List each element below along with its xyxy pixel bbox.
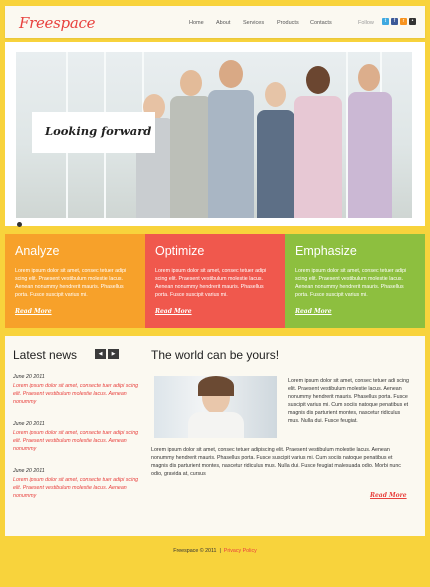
- news-next-button[interactable]: ▶: [108, 349, 119, 359]
- slogan-box: Looking forward: [32, 112, 155, 153]
- copyright-text: Freespace © 2011: [173, 548, 217, 554]
- slider-dot-1[interactable]: [17, 222, 22, 227]
- nav-contacts[interactable]: Contacts: [310, 20, 332, 26]
- rss-icon[interactable]: r: [400, 18, 407, 25]
- site-footer: Freespace © 2011 | Privacy Policy: [173, 548, 257, 554]
- feature-title: Emphasize: [295, 244, 357, 258]
- news-date: June 20 2011: [13, 374, 45, 380]
- site-logo[interactable]: Freespace: [19, 14, 95, 32]
- world-full-text: Lorem ipsum dolor sit amet, consec tetue…: [151, 447, 401, 477]
- social-label: Follow: [358, 20, 374, 26]
- nav-products[interactable]: Products: [277, 20, 299, 26]
- news-item: June 20 2011 Lorem ipsum dolor sit amet,…: [13, 468, 139, 500]
- feature-emphasize: Emphasize Lorem ipsum dolor sit amet, co…: [285, 234, 425, 328]
- slogan-text: Looking forward: [45, 124, 152, 138]
- feature-title: Analyze: [15, 244, 60, 258]
- read-more-link[interactable]: Read More: [155, 308, 192, 315]
- nav-home[interactable]: Home: [189, 20, 204, 26]
- world-side-text: Lorem ipsum dolor sit amet, consec tetue…: [288, 378, 410, 424]
- read-more-link[interactable]: Read More: [15, 308, 52, 315]
- world-read-more-link[interactable]: Read More: [370, 492, 407, 499]
- twitter-icon[interactable]: t: [382, 18, 389, 25]
- woman-photo: [154, 376, 277, 438]
- feature-text: Lorem ipsum dolor sit amet, consec tetue…: [15, 268, 127, 298]
- facebook-icon[interactable]: f: [391, 18, 398, 25]
- hero-slider: Looking forward: [5, 42, 425, 227]
- latest-news-title: Latest news: [13, 348, 78, 362]
- feature-title: Optimize: [155, 244, 205, 258]
- feature-analyze: Analyze Lorem ipsum dolor sit amet, cons…: [5, 234, 145, 328]
- news-item: June 20 2011 Lorem ipsum dolor sit amet,…: [13, 421, 139, 453]
- privacy-policy-link[interactable]: Privacy Policy: [224, 548, 257, 554]
- world-title: The world can be yours!: [151, 348, 280, 362]
- news-prev-button[interactable]: ◀: [95, 349, 106, 359]
- flickr-icon[interactable]: •: [409, 18, 416, 25]
- site-header: Freespace Home About Services Products C…: [5, 6, 425, 38]
- nav-about[interactable]: About: [216, 20, 230, 26]
- nav-services[interactable]: Services: [243, 20, 264, 26]
- news-link[interactable]: Lorem ipsum dolor sit amet, consecte tue…: [13, 476, 139, 500]
- news-date: June 20 2011: [13, 468, 45, 474]
- news-item: June 20 2011 Lorem ipsum dolor sit amet,…: [13, 374, 139, 406]
- feature-text: Lorem ipsum dolor sit amet, consec tetue…: [155, 268, 267, 298]
- feature-text: Lorem ipsum dolor sit amet, consec tetue…: [295, 268, 407, 298]
- news-link[interactable]: Lorem ipsum dolor sit amet, consecte tue…: [13, 429, 139, 453]
- read-more-link[interactable]: Read More: [295, 308, 332, 315]
- content-area: Latest news ◀ ▶ June 20 2011 Lorem ipsum…: [5, 336, 425, 536]
- news-date: June 20 2011: [13, 421, 45, 427]
- feature-optimize: Optimize Lorem ipsum dolor sit amet, con…: [145, 234, 285, 328]
- news-link[interactable]: Lorem ipsum dolor sit amet, consecte tue…: [13, 382, 139, 406]
